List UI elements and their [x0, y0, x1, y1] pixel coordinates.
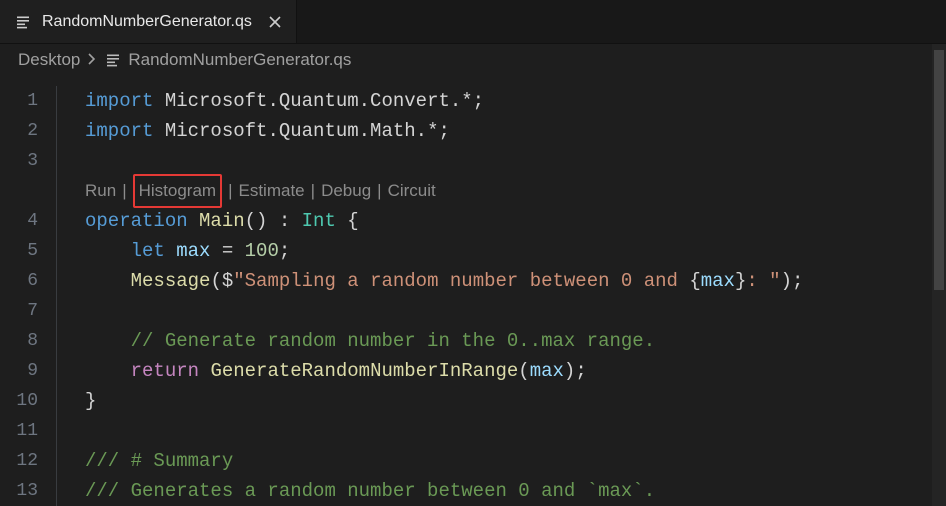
line-number: 3 [0, 146, 38, 176]
editor[interactable]: 1 2 3 4 5 6 7 8 9 10 11 12 13 import Mic… [0, 76, 946, 506]
scrollbar-thumb[interactable] [934, 50, 944, 290]
tab-active[interactable]: RandomNumberGenerator.qs [0, 0, 297, 43]
code-line: import Microsoft.Quantum.Convert.*; [85, 86, 946, 116]
breadcrumb-file[interactable]: RandomNumberGenerator.qs [128, 50, 351, 70]
breadcrumb: Desktop RandomNumberGenerator.qs [0, 44, 946, 76]
code-line: return GenerateRandomNumberInRange(max); [85, 356, 946, 386]
line-number: 13 [0, 476, 38, 506]
code-line [85, 416, 946, 446]
file-icon [104, 51, 122, 69]
line-number: 10 [0, 386, 38, 416]
code-line: Message($"Sampling a random number betwe… [85, 266, 946, 296]
codelens-estimate[interactable]: Estimate [239, 176, 305, 206]
code-line: /// # Summary [85, 446, 946, 476]
file-icon [14, 13, 32, 31]
code-line: /// Generates a random number between 0 … [85, 476, 946, 506]
line-number: 12 [0, 446, 38, 476]
line-number: 1 [0, 86, 38, 116]
code-line [85, 146, 946, 176]
close-icon[interactable] [268, 15, 282, 29]
line-number: 4 [0, 206, 38, 236]
scrollbar-vertical[interactable] [932, 44, 946, 506]
tab-bar: RandomNumberGenerator.qs [0, 0, 946, 44]
chevron-right-icon [86, 50, 98, 70]
tab-filename: RandomNumberGenerator.qs [42, 13, 252, 31]
line-number: 8 [0, 326, 38, 356]
codelens-debug[interactable]: Debug [321, 176, 371, 206]
gutter: 1 2 3 4 5 6 7 8 9 10 11 12 13 [0, 86, 56, 506]
code-area[interactable]: import Microsoft.Quantum.Convert.*; impo… [56, 86, 946, 506]
codelens-run[interactable]: Run [85, 176, 116, 206]
code-line: operation Main() : Int { [85, 206, 946, 236]
line-number: 9 [0, 356, 38, 386]
line-number: 6 [0, 266, 38, 296]
code-line: } [85, 386, 946, 416]
codelens-circuit[interactable]: Circuit [388, 176, 436, 206]
code-line [85, 296, 946, 326]
code-line: let max = 100; [85, 236, 946, 266]
code-line: // Generate random number in the 0..max … [85, 326, 946, 356]
line-number: 11 [0, 416, 38, 446]
breadcrumb-parent[interactable]: Desktop [18, 50, 80, 70]
line-number: 5 [0, 236, 38, 266]
line-number: 7 [0, 296, 38, 326]
codelens-histogram[interactable]: Histogram [133, 174, 222, 208]
code-line: import Microsoft.Quantum.Math.*; [85, 116, 946, 146]
line-number: 2 [0, 116, 38, 146]
codelens: Run|Histogram|Estimate|Debug|Circuit [85, 176, 946, 206]
